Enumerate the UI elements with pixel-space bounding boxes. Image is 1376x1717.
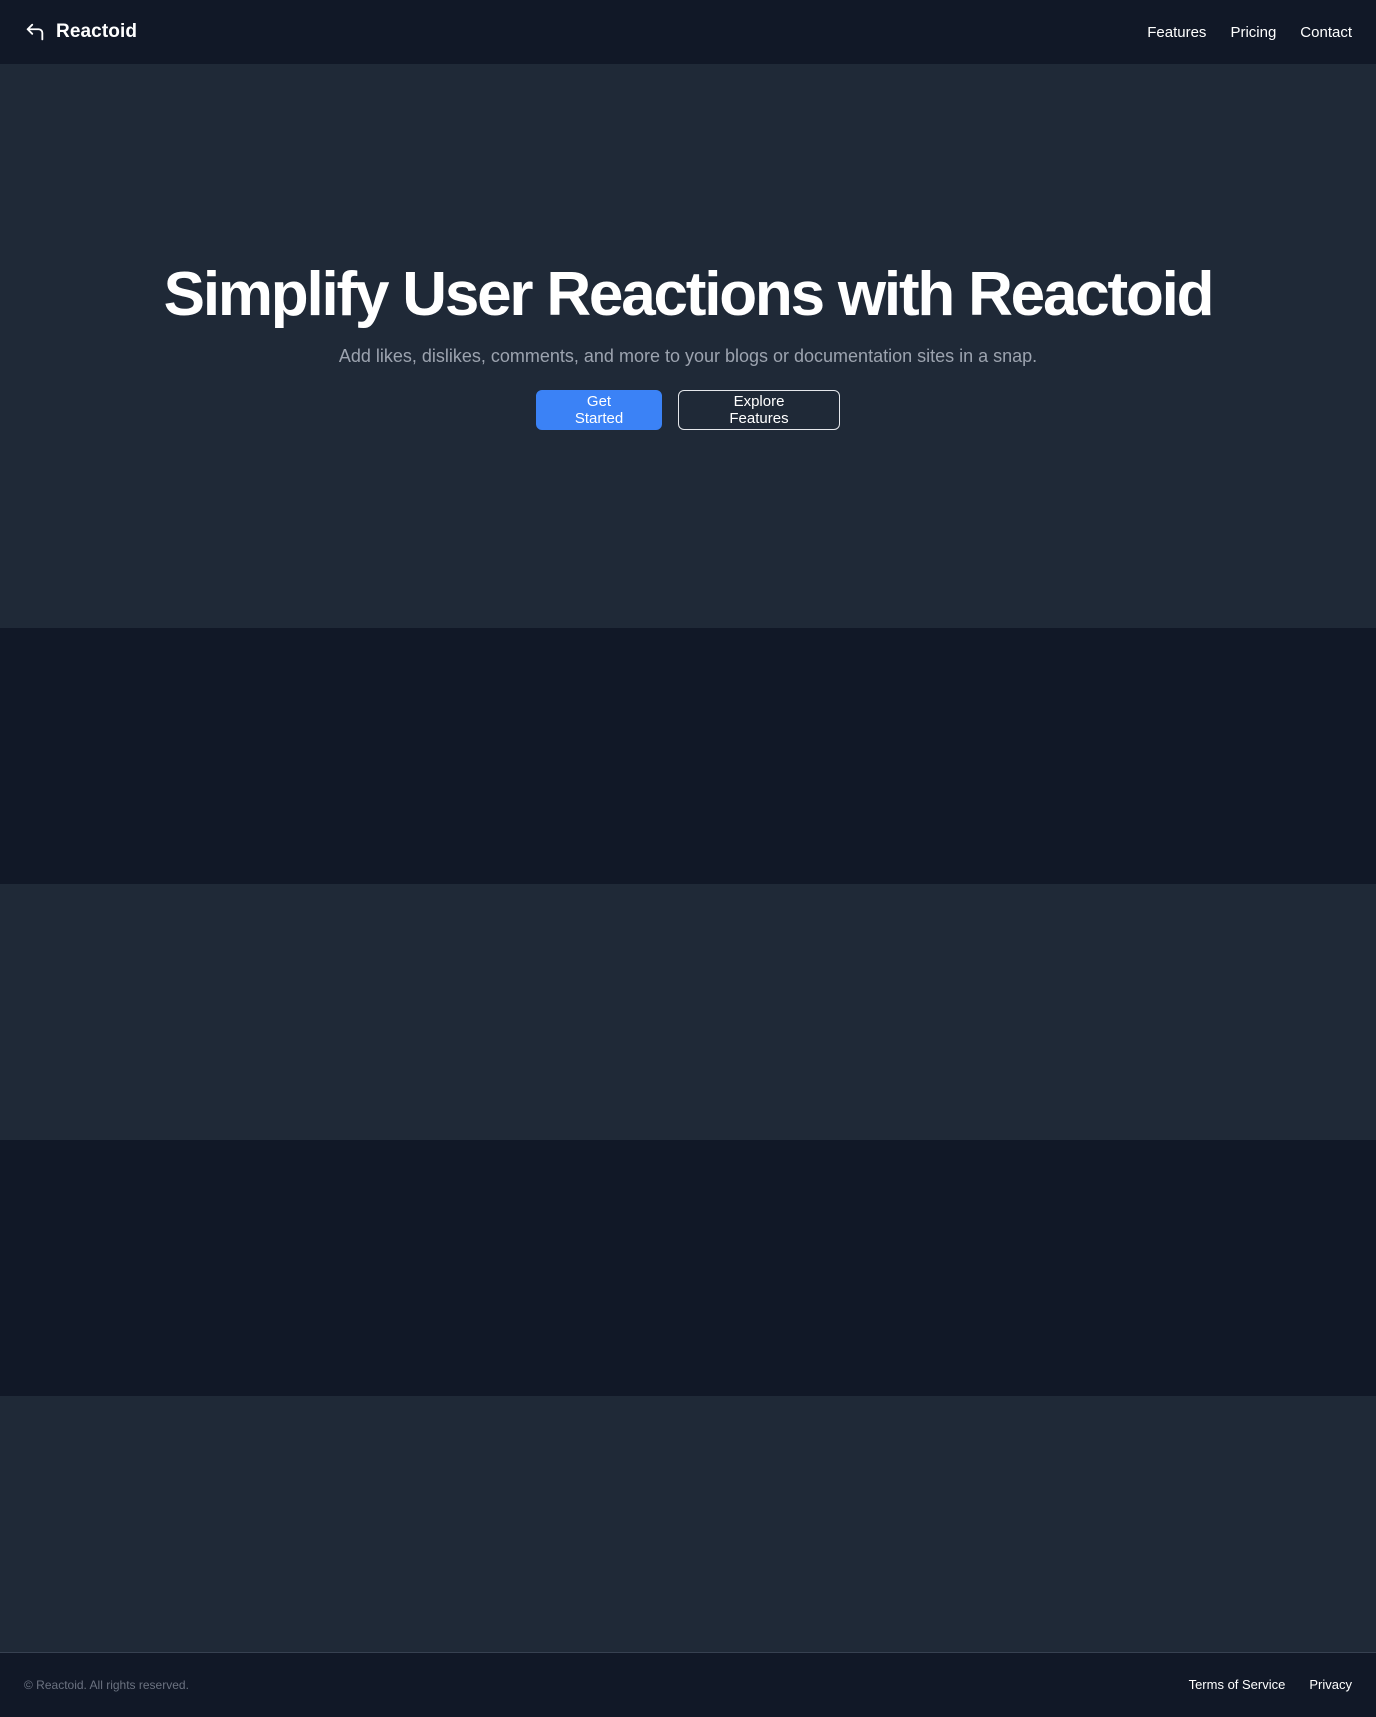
footer-links: Terms of Service Privacy [1189,1677,1352,1692]
privacy-link[interactable]: Privacy [1309,1677,1352,1692]
hero-title: Simplify User Reactions with Reactoid [163,260,1215,330]
reply-arrow-icon [24,21,46,43]
hero-section: Simplify User Reactions with Reactoid Ad… [0,64,1376,628]
nav-link-features[interactable]: Features [1147,24,1206,41]
brand-home-link[interactable]: Reactoid [24,21,137,43]
nav-link-pricing[interactable]: Pricing [1230,24,1276,41]
copyright-text: © Reactoid. All rights reserved. [24,1677,189,1692]
content-section-3 [0,1140,1376,1396]
explore-features-button[interactable]: Explore Features [678,389,840,430]
hero-actions: Get Started Explore Features [536,389,840,430]
content-section-1 [0,628,1376,884]
content-section-2 [0,884,1376,1140]
terms-of-service-link[interactable]: Terms of Service [1189,1677,1286,1692]
main-nav: Features Pricing Contact [1147,24,1352,41]
brand-name: Reactoid [56,21,138,42]
nav-link-contact[interactable]: Contact [1300,24,1352,41]
hero-subtitle: Add likes, dislikes, comments, and more … [338,345,1038,366]
content-section-4 [0,1396,1376,1652]
top-navigation-bar: Reactoid Features Pricing Contact [0,0,1376,64]
get-started-button[interactable]: Get Started [536,389,662,430]
page-footer: © Reactoid. All rights reserved. Terms o… [0,1652,1376,1716]
